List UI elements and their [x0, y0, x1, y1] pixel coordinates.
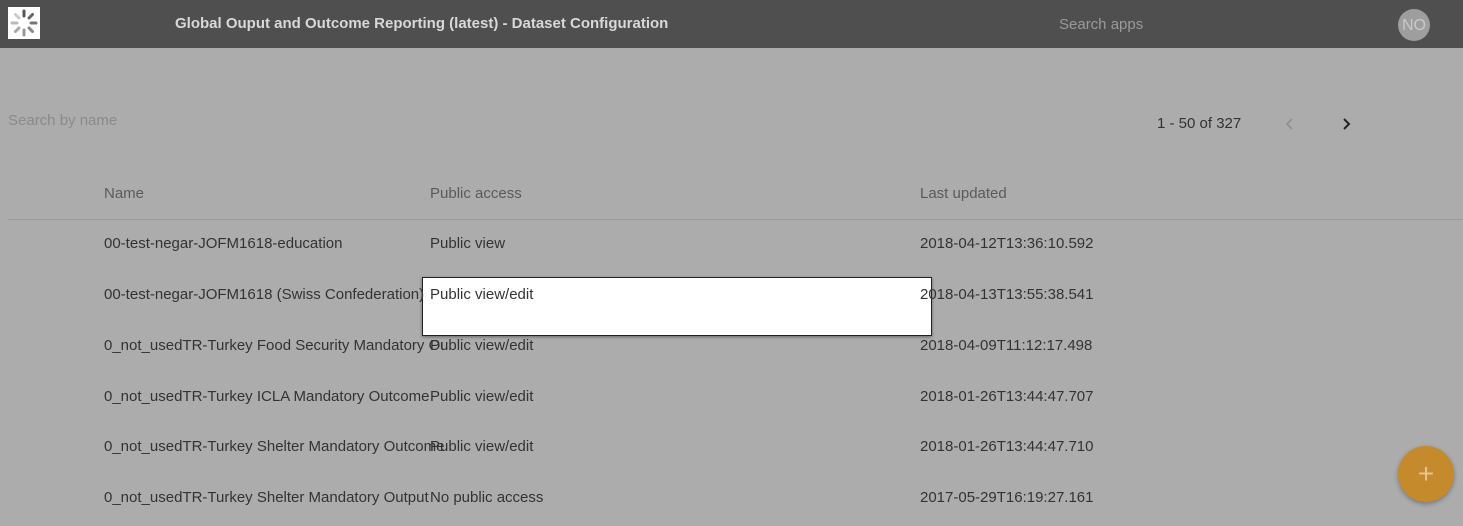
table-row[interactable]: 0_not_usedTR-Turkey Shelter Mandatory Ou…	[8, 474, 1463, 525]
cell-name: 00-test-negar-JOFM1618-education	[104, 235, 343, 252]
cell-name: 0_not_usedTR-Turkey Shelter Mandatory Ou…	[104, 489, 429, 506]
plus-icon: +	[1417, 458, 1435, 489]
table-row[interactable]: 0_not_usedTR-Turkey Food Security Mandat…	[8, 322, 1463, 373]
cell-public-access: No public access	[430, 489, 544, 506]
cell-last-updated: 2018-01-26T13:44:47.707	[920, 388, 1094, 405]
search-by-name-input[interactable]	[8, 110, 308, 130]
table-row[interactable]: 00-test-negar-JOFM1618-education Public …	[8, 220, 1463, 271]
search-apps-input[interactable]	[1059, 13, 1259, 35]
previous-page-button[interactable]	[1278, 112, 1302, 136]
cell-last-updated: 2018-04-12T13:36:10.592	[920, 235, 1094, 252]
cell-public-access: Public view/edit	[430, 438, 534, 455]
pagination-range: 1 - 50 of 327	[1157, 115, 1242, 132]
cell-last-updated: 2018-01-26T13:44:47.710	[920, 438, 1094, 455]
next-page-button[interactable]	[1334, 112, 1358, 136]
cell-public-access: Public view/edit	[430, 286, 534, 303]
cell-last-updated: 2018-04-09T11:12:17.498	[920, 337, 1093, 354]
user-avatar[interactable]: NO	[1398, 9, 1430, 41]
cell-public-access: Public view	[430, 235, 506, 252]
table-row[interactable]: 0_not_usedTR-Turkey Shelter Mandatory Ou…	[8, 423, 1463, 474]
cell-last-updated: 2017-05-29T16:19:27.161	[920, 489, 1094, 506]
cell-public-access: Public view/edit	[430, 388, 534, 405]
app-header: Global Ouput and Outcome Reporting (late…	[0, 0, 1463, 48]
chevron-left-icon	[1285, 118, 1293, 130]
add-button[interactable]: +	[1398, 446, 1454, 502]
cell-public-access: Public view/edit	[430, 337, 534, 354]
cell-name: 0_not_usedTR-Turkey Food Security Mandat…	[104, 337, 444, 354]
column-header-name[interactable]: Name	[104, 185, 144, 202]
chevron-right-icon	[1343, 118, 1351, 130]
loading-spinner-icon[interactable]	[8, 7, 40, 39]
cell-name: 00-test-negar-JOFM1618 (Swiss Confederat…	[104, 286, 425, 303]
page-title: Global Ouput and Outcome Reporting (late…	[175, 15, 669, 32]
table-row[interactable]: 00-test-negar-JOFM1618 (Swiss Confederat…	[8, 271, 1463, 322]
table-row[interactable]: 0_not_usedTR-Turkey ICLA Mandatory Outco…	[8, 373, 1463, 424]
cell-name: 0_not_usedTR-Turkey Shelter Mandatory Ou…	[104, 438, 444, 455]
column-header-last-updated[interactable]: Last updated	[920, 185, 1007, 202]
cell-last-updated: 2018-04-13T13:55:38.541	[920, 286, 1094, 303]
cell-name: 0_not_usedTR-Turkey ICLA Mandatory Outco…	[104, 388, 430, 405]
column-header-public-access[interactable]: Public access	[430, 185, 522, 202]
